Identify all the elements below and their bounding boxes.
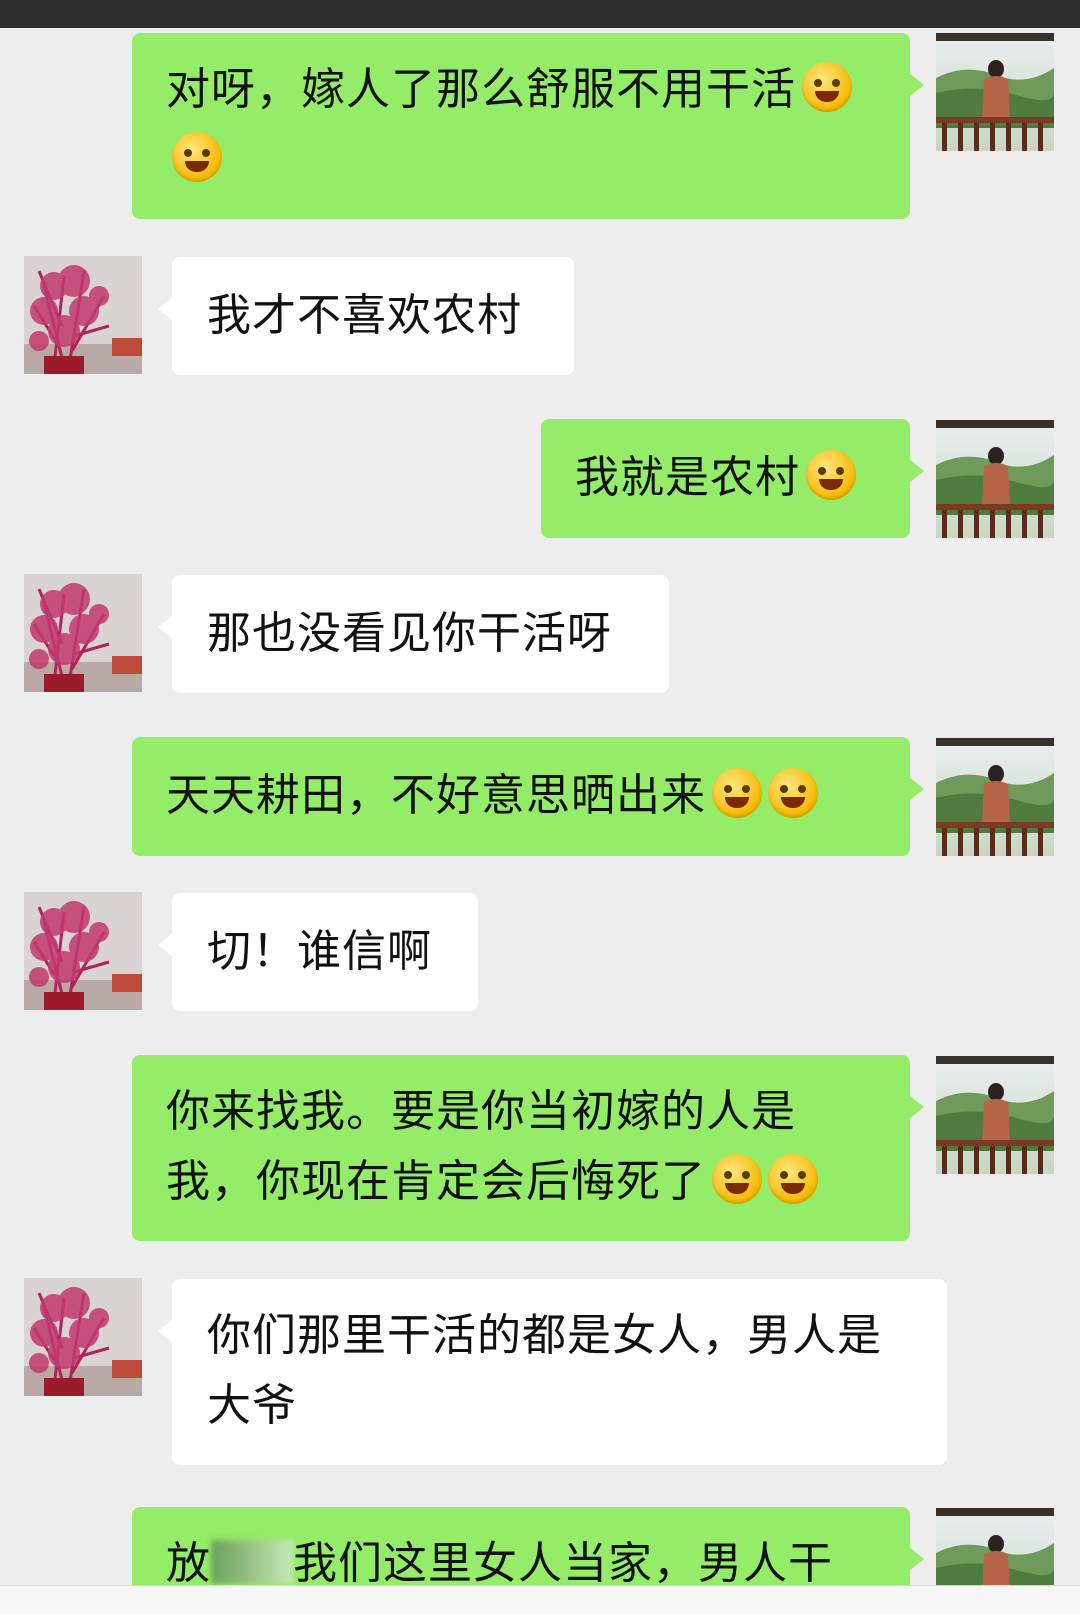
grin-emoji-icon <box>172 132 222 182</box>
message-bubble-sent[interactable]: 我就是农村 <box>541 419 924 538</box>
avatar-them[interactable] <box>24 892 142 1010</box>
message-bubble-sent[interactable]: 天天耕田，不好意思晒出来 <box>132 737 924 856</box>
message-bubble-received[interactable]: 切！谁信啊 <box>158 893 478 1011</box>
laugh-cry-emoji-icon <box>768 768 818 818</box>
message-text: 那也没看见你干活呀 <box>207 608 612 659</box>
input-bar[interactable] <box>0 1585 1080 1614</box>
message-bubble-sent[interactable]: 你来找我。要是你当初嫁的人是我，你现在肯定会后悔死了 <box>132 1055 924 1241</box>
message-text: 我们这里女人当家，男人干 <box>293 1538 833 1589</box>
message-bubble-sent[interactable]: 对呀，嫁人了那么舒服不用干活 <box>132 33 924 219</box>
message-text: 对呀，嫁人了那么舒服不用干活 <box>166 64 796 115</box>
sad-emoji-icon <box>768 1154 818 1204</box>
message-bubble-received[interactable]: 你们那里干活的都是女人，男人是大爷 <box>158 1279 947 1465</box>
message-text: 我才不喜欢农村 <box>207 290 522 341</box>
message-text: 你来找我。要是你当初嫁的人是我，你现在肯定会后悔死了 <box>166 1086 796 1207</box>
avatar-me[interactable] <box>936 738 1054 856</box>
avatar-them[interactable] <box>24 256 142 374</box>
avatar-them[interactable] <box>24 574 142 692</box>
message-text: 切！谁信啊 <box>207 926 432 977</box>
avatar-me[interactable] <box>936 1508 1054 1585</box>
laugh-cry-emoji-icon <box>712 768 762 818</box>
smirk-emoji-icon <box>806 450 856 500</box>
message-text-start: 放 <box>166 1538 211 1589</box>
avatar-me[interactable] <box>936 420 1054 538</box>
avatar-me[interactable] <box>936 33 1054 151</box>
sad-emoji-icon <box>712 1154 762 1204</box>
blurred-region <box>211 1540 293 1584</box>
message-text: 天天耕田，不好意思晒出来 <box>166 770 706 821</box>
message-bubble-received[interactable]: 我才不喜欢农村 <box>158 257 574 375</box>
status-bar <box>0 0 1080 28</box>
message-text: 你们那里干活的都是女人，男人是大爷 <box>207 1310 882 1431</box>
grin-emoji-icon <box>802 62 852 112</box>
avatar-me[interactable] <box>936 1056 1054 1174</box>
avatar-them[interactable] <box>24 1278 142 1396</box>
message-text: 我就是农村 <box>575 452 800 503</box>
message-bubble-received[interactable]: 那也没看见你干活呀 <box>158 575 669 693</box>
